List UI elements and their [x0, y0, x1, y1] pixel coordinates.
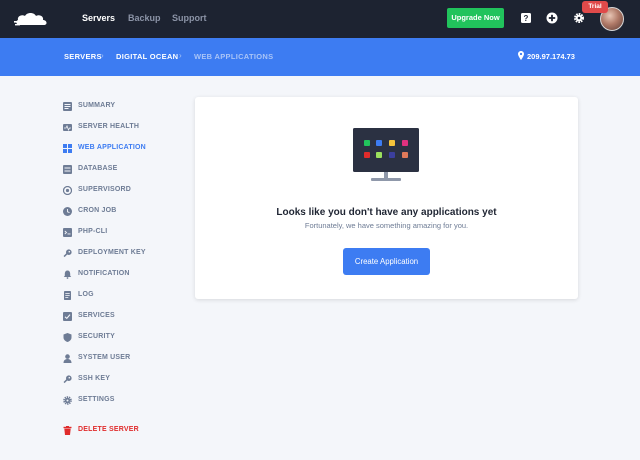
sidebar-item-label: CRON JOB [78, 207, 117, 214]
trash-icon [63, 426, 72, 435]
nav-backup[interactable]: Backup [128, 13, 161, 23]
sidebar-item-label: SUPERVISORD [78, 186, 132, 193]
empty-state-card: Looks like you don't have any applicatio… [195, 97, 578, 299]
nav-servers[interactable]: Servers [82, 13, 115, 23]
delete-server-button[interactable]: DELETE SERVER [63, 424, 183, 438]
sidebar-item-label: SSH KEY [78, 375, 111, 382]
gear-icon[interactable] [573, 12, 585, 24]
nav-support[interactable]: Support [172, 13, 207, 23]
monitor-illustration-icon [353, 128, 419, 181]
top-navbar: Servers Backup Support Upgrade Now ? Tri… [0, 0, 640, 38]
help-icon[interactable]: ? [520, 12, 532, 24]
sidebar-item-cron-job[interactable]: CRON JOB [63, 205, 183, 219]
server-health-icon [63, 124, 72, 131]
sidebar-item-label: SECURITY [78, 333, 115, 340]
breadcrumb-separator: › [179, 51, 182, 60]
sidebar-item-label: LOG [78, 291, 94, 298]
breadcrumb: SERVERS › DIGITAL OCEAN › WEB APPLICATIO… [0, 38, 640, 76]
upgrade-now-button[interactable]: Upgrade Now [447, 8, 504, 28]
sidebar-item-label: WEB APPLICATION [78, 144, 146, 151]
php-cli-icon [63, 228, 72, 237]
delete-server-label: DELETE SERVER [78, 426, 139, 433]
server-ip-address: 209.97.174.73 [527, 52, 575, 61]
sidebar-item-log[interactable]: LOG [63, 289, 183, 303]
sidebar-item-label: SERVICES [78, 312, 115, 319]
sidebar-item-settings[interactable]: SETTINGS [63, 394, 183, 408]
sidebar-item-label: SUMMARY [78, 102, 116, 109]
log-icon [64, 291, 71, 300]
web-application-icon [63, 144, 72, 153]
database-icon [63, 165, 72, 174]
notification-icon [63, 270, 72, 279]
breadcrumb-servers[interactable]: SERVERS [64, 52, 102, 61]
sidebar-item-ssh-key[interactable]: SSH KEY [63, 373, 183, 387]
sidebar-item-summary[interactable]: SUMMARY [63, 100, 183, 114]
cron-job-icon [63, 207, 72, 216]
empty-state-subtitle: Fortunately, we have something amazing f… [304, 221, 469, 230]
sidebar-item-notification[interactable]: NOTIFICATION [63, 268, 183, 282]
sidebar-item-database[interactable]: DATABASE [63, 163, 183, 177]
summary-icon [63, 102, 72, 111]
sidebar-item-label: DATABASE [78, 165, 118, 172]
empty-state-title: Looks like you don't have any applicatio… [276, 207, 497, 218]
breadcrumb-web-applications: WEB APPLICATIONS [194, 52, 274, 61]
supervisord-icon [63, 186, 72, 195]
user-icon [63, 354, 72, 363]
sidebar-item-label: SETTINGS [78, 396, 115, 403]
sidebar-item-security[interactable]: SECURITY [63, 331, 183, 345]
breadcrumb-digital-ocean[interactable]: DIGITAL OCEAN [116, 52, 178, 61]
create-application-button[interactable]: Create Application [343, 248, 430, 275]
services-icon [63, 312, 72, 321]
sidebar-item-system-user[interactable]: SYSTEM USER [63, 352, 183, 366]
location-pin-icon [518, 51, 524, 60]
sidebar-item-supervisord[interactable]: SUPERVISORD [63, 184, 183, 198]
sidebar-item-label: DEPLOYMENT KEY [78, 249, 146, 256]
sidebar-item-deployment-key[interactable]: DEPLOYMENT KEY [63, 247, 183, 261]
sidebar-item-server-health[interactable]: SERVER HEALTH [63, 121, 183, 135]
sidebar-item-label: SERVER HEALTH [78, 123, 140, 130]
svg-text:?: ? [524, 14, 529, 23]
key-icon [63, 375, 72, 384]
key-icon [63, 249, 72, 258]
sidebar-item-services[interactable]: SERVICES [63, 310, 183, 324]
sidebar-item-web-application[interactable]: WEB APPLICATION [63, 142, 183, 156]
shield-icon [63, 333, 72, 342]
sidebar-item-label: SYSTEM USER [78, 354, 131, 361]
sidebar-item-label: PHP-CLI [78, 228, 108, 235]
sidebar-item-php-cli[interactable]: PHP-CLI [63, 226, 183, 240]
trial-badge: Trial [582, 1, 608, 13]
breadcrumb-separator: › [101, 51, 104, 60]
cloud-logo-icon[interactable] [14, 10, 50, 28]
sidebar-item-label: NOTIFICATION [78, 270, 130, 277]
add-icon[interactable] [546, 12, 558, 24]
gear-icon [63, 396, 72, 405]
